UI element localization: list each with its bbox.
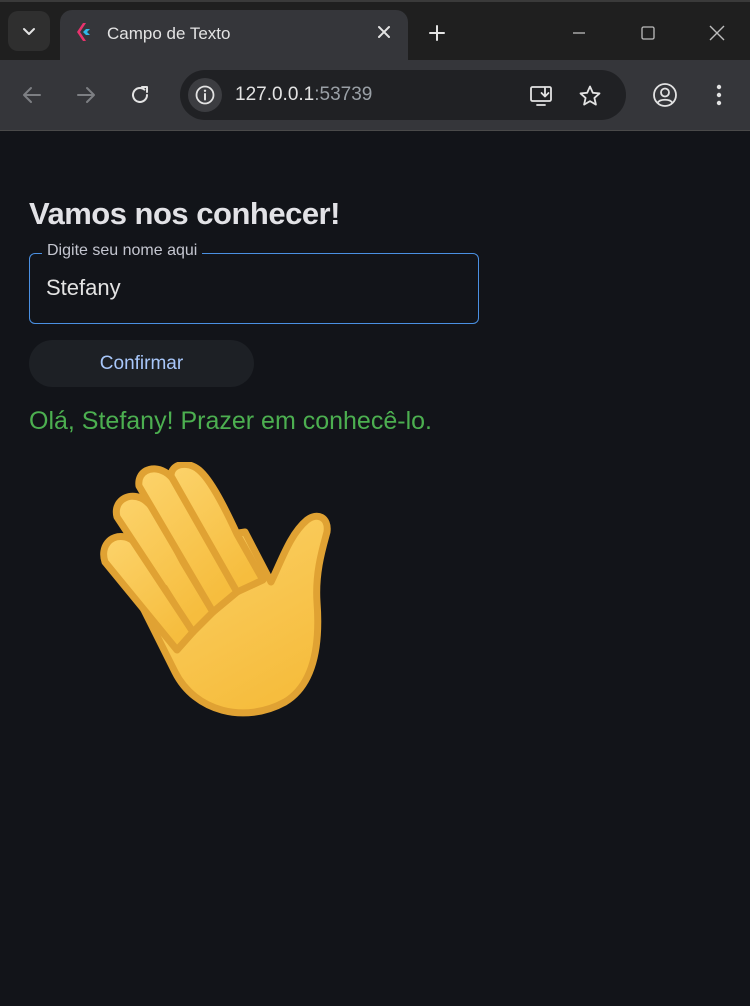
profile-icon xyxy=(653,83,677,107)
flutter-icon xyxy=(77,23,90,41)
back-button[interactable] xyxy=(14,77,50,113)
name-input[interactable] xyxy=(46,271,456,305)
plus-icon xyxy=(429,25,445,41)
browser-toolbar: 127.0.0.1:53739 xyxy=(0,60,750,131)
browser-menu-button[interactable] xyxy=(701,77,737,113)
star-icon xyxy=(579,85,601,106)
confirm-button[interactable]: Confirmar xyxy=(29,340,254,387)
minimize-button[interactable] xyxy=(559,16,599,50)
address-bar[interactable]: 127.0.0.1:53739 xyxy=(180,70,626,120)
browser-tab[interactable]: Campo de Texto xyxy=(60,10,408,62)
name-field[interactable]: Digite seu nome aqui xyxy=(29,242,479,324)
info-icon xyxy=(195,85,215,105)
greeting-message: Olá, Stefany! Prazer em conhecê-lo. xyxy=(29,407,432,435)
name-field-label: Digite seu nome aqui xyxy=(42,242,203,260)
profile-button[interactable] xyxy=(647,77,683,113)
tab-close-button[interactable] xyxy=(372,20,396,44)
close-icon xyxy=(709,25,725,41)
url-port: :53739 xyxy=(314,84,373,105)
maximize-icon xyxy=(641,26,655,40)
kebab-menu-icon xyxy=(716,84,722,106)
bookmark-button[interactable] xyxy=(575,81,605,111)
arrow-left-icon xyxy=(23,87,41,103)
reload-button[interactable] xyxy=(122,77,158,113)
reload-icon xyxy=(132,86,148,103)
install-app-icon xyxy=(530,86,552,106)
window-close-button[interactable] xyxy=(697,16,737,50)
url-host: 127.0.0.1 xyxy=(235,84,315,105)
maximize-button[interactable] xyxy=(628,16,668,50)
arrow-right-icon xyxy=(77,87,95,103)
new-tab-button[interactable] xyxy=(422,18,452,48)
waving-hand-icon xyxy=(100,462,331,717)
site-info-button[interactable] xyxy=(188,78,222,112)
forward-button[interactable] xyxy=(68,77,104,113)
tab-search-button[interactable] xyxy=(8,11,50,51)
chevron-down-icon xyxy=(23,28,35,35)
install-app-button[interactable] xyxy=(527,81,557,111)
page-content: Vamos nos conhecer! Digite seu nome aqui… xyxy=(0,132,750,1006)
page-title: Vamos nos conhecer! xyxy=(29,196,340,231)
url-text: 127.0.0.1:53739 xyxy=(235,84,372,106)
tab-title: Campo de Texto xyxy=(107,24,231,43)
browser-tab-bar: Campo de Texto xyxy=(0,0,750,62)
close-icon xyxy=(378,26,390,38)
minimize-icon xyxy=(573,32,585,34)
